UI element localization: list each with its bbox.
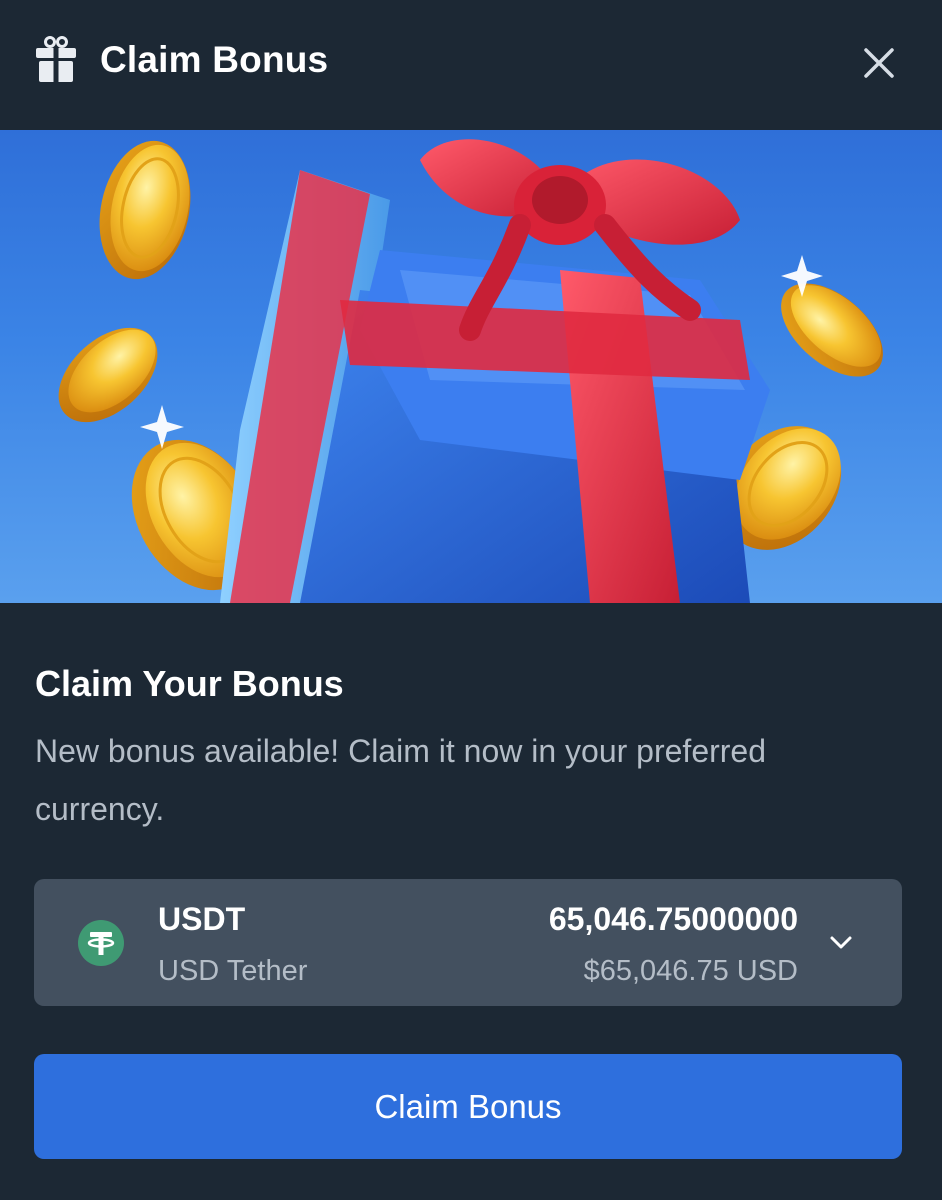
currency-select[interactable]: USDT USD Tether 65,046.75000000 $65,046.… — [34, 879, 902, 1006]
tether-icon — [78, 920, 124, 966]
currency-code: USDT — [158, 901, 246, 937]
coin-icon — [781, 283, 883, 377]
claim-bonus-modal: Claim Bonus Claim Your Bonus New bonus a… — [0, 0, 942, 1200]
gift-icon — [36, 36, 76, 82]
bonus-banner-image — [0, 130, 942, 603]
currency-usd-value: $65,046.75 USD — [583, 955, 798, 987]
claim-bonus-button[interactable]: Claim Bonus — [34, 1054, 902, 1159]
currency-name: USD Tether — [158, 955, 308, 987]
close-icon[interactable] — [854, 38, 904, 88]
chevron-down-icon[interactable] — [829, 931, 853, 955]
coin-icon — [99, 140, 191, 280]
content-title: Claim Your Bonus — [35, 663, 344, 704]
modal-header: Claim Bonus — [0, 0, 942, 130]
coin-icon — [58, 327, 158, 423]
gift-box-graphic — [220, 139, 770, 603]
content-description: New bonus available! Claim it now in you… — [35, 733, 767, 827]
modal-title: Claim Bonus — [100, 39, 329, 80]
currency-amount: 65,046.75000000 — [548, 901, 798, 937]
gift-box-illustration — [58, 139, 883, 603]
